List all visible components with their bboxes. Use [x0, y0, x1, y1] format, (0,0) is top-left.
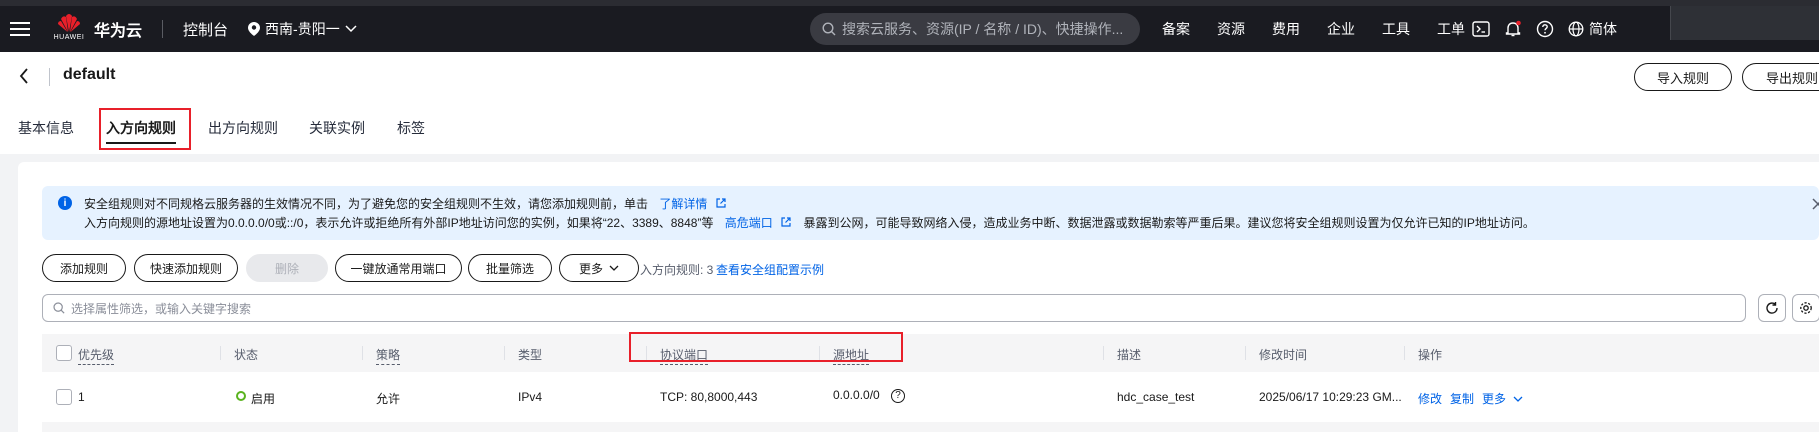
nav-link-beian[interactable]: 备案	[1162, 19, 1190, 39]
nav-link-enterprise[interactable]: 企业	[1327, 19, 1355, 39]
th-policy[interactable]: 策略	[376, 346, 401, 365]
globe-icon	[1568, 21, 1584, 37]
search-icon	[822, 22, 836, 36]
th-status: 状态	[234, 348, 259, 362]
config-example-link[interactable]: 查看安全组配置示例	[716, 261, 824, 278]
more-actions-label: 更多	[1482, 392, 1507, 406]
table-next-row-stub	[42, 422, 1819, 432]
cell-policy: 允许	[376, 392, 401, 406]
brand-name: 华为云	[94, 23, 143, 40]
alert-text-2-pre: 入方向规则的源地址设置为0.0.0.0/0或::/0，表示允许或拒绝所有外部IP…	[84, 216, 714, 230]
table-row: 1 启用 允许 IPv4 TCP: 80,8000,443 0.0.0.0/0 …	[42, 372, 1819, 422]
terminal-icon[interactable]	[1472, 21, 1490, 37]
more-actions-link[interactable]: 更多	[1482, 390, 1523, 407]
add-rule-button[interactable]: 添加规则	[42, 254, 126, 282]
nav-link-billing[interactable]: 费用	[1272, 19, 1300, 39]
th-type: 类型	[518, 348, 543, 362]
chevron-down-icon	[345, 25, 357, 33]
search-placeholder: 搜索云服务、资源(IP / 名称 / ID)、快捷操作...	[842, 21, 1124, 37]
huawei-cloud-logo[interactable]: HUAWEI 华为云	[54, 12, 142, 46]
page-header: default 导入规则 导出规则	[0, 52, 1819, 102]
console-link[interactable]: 控制台	[183, 19, 228, 40]
source-value: 0.0.0.0/0	[833, 388, 880, 402]
cell-source-address: 0.0.0.0/0 ?	[833, 388, 906, 403]
quick-add-rule-button[interactable]: 快速添加规则	[134, 254, 238, 282]
chevron-down-icon	[609, 265, 619, 271]
import-rules-button[interactable]: 导入规则	[1634, 63, 1732, 91]
delete-button[interactable]: 删除	[246, 254, 328, 282]
select-all-checkbox[interactable]	[56, 345, 72, 361]
open-common-ports-button[interactable]: 一键放通常用端口	[335, 254, 462, 282]
question-circle-icon[interactable]: ?	[891, 388, 906, 403]
status-label: 启用	[251, 392, 276, 406]
more-dropdown-button[interactable]: 更多	[559, 254, 639, 282]
refresh-button[interactable]	[1758, 294, 1786, 322]
refresh-icon	[1766, 302, 1778, 314]
region-label: 西南-贵阳一	[265, 21, 340, 37]
top-nav-links: 备案 资源 费用 企业 工具 工单	[1162, 6, 1492, 52]
cell-priority: 1	[78, 390, 85, 404]
close-icon[interactable]	[1812, 198, 1819, 210]
bell-icon[interactable]	[1504, 20, 1522, 38]
more-label: 更多	[578, 261, 603, 276]
top-icons: 简体	[1472, 6, 1617, 52]
cell-status: 启用	[236, 390, 275, 407]
gear-icon	[1800, 302, 1812, 314]
filter-placeholder: 选择属性筛选，或输入关键字搜索	[71, 301, 252, 316]
user-account-area[interactable]	[1670, 6, 1819, 40]
location-pin-icon	[248, 22, 261, 36]
row-checkbox[interactable]	[56, 389, 72, 405]
copy-link[interactable]: 复制	[1450, 390, 1474, 407]
back-arrow-icon[interactable]	[18, 67, 30, 85]
tab-tags[interactable]: 标签	[397, 118, 425, 138]
nav-link-tickets[interactable]: 工单	[1437, 19, 1465, 39]
alert-line-2: 入方向规则的源地址设置为0.0.0.0/0或::/0，表示允许或拒绝所有外部IP…	[84, 214, 1535, 231]
hamburger-menu-icon[interactable]	[10, 22, 30, 36]
search-icon	[53, 302, 65, 314]
high-risk-ports-link[interactable]: 高危端口	[725, 216, 773, 230]
rule-count: 入方向规则: 3	[640, 263, 714, 277]
region-selector[interactable]: 西南-贵阳一	[248, 19, 357, 39]
settings-button[interactable]	[1792, 294, 1819, 322]
batch-filter-button[interactable]: 批量筛选	[468, 254, 552, 282]
cell-modified-time: 2025/06/17 10:29:23 GM...	[1259, 390, 1402, 404]
page-title: default	[63, 66, 116, 83]
alert-text-1: 安全组规则对不同规格云服务器的生效情况不同，为了避免您的安全组规则不生效，请您添…	[84, 197, 649, 211]
learn-more-link[interactable]: 了解详情	[659, 197, 707, 211]
huawei-flower-icon	[58, 14, 80, 32]
help-icon[interactable]	[1536, 20, 1554, 38]
table-header: 优先级 状态 策略 类型 协议端口 源地址 描述 修改时间 操作	[42, 334, 1819, 372]
highlight-box-cells	[629, 332, 903, 362]
tab-bar: 基本信息 入方向规则 出方向规则 关联实例 标签	[0, 102, 1819, 154]
nav-link-tools[interactable]: 工具	[1382, 19, 1410, 39]
cell-type: IPv4	[518, 390, 543, 404]
highlight-box-tab	[99, 108, 191, 150]
global-search-input[interactable]: 搜索云服务、资源(IP / 名称 / ID)、快捷操作...	[810, 13, 1140, 45]
alert-line-1: 安全组规则对不同规格云服务器的生效情况不同，为了避免您的安全组规则不生效，请您添…	[84, 195, 727, 212]
info-icon: i	[58, 196, 72, 210]
external-link-icon[interactable]	[715, 197, 727, 209]
cell-protocol-port: TCP: 80,8000,443	[660, 390, 758, 404]
th-description: 描述	[1117, 348, 1142, 362]
tab-basic-info[interactable]: 基本信息	[18, 118, 74, 138]
th-priority[interactable]: 优先级	[78, 346, 115, 365]
th-modified-time: 修改时间	[1259, 348, 1308, 362]
logo-text: HUAWEI	[53, 34, 85, 41]
th-actions: 操作	[1418, 348, 1443, 362]
nav-link-resources[interactable]: 资源	[1217, 19, 1245, 39]
tab-outbound-rules[interactable]: 出方向规则	[208, 118, 278, 138]
filter-search-input[interactable]: 选择属性筛选，或输入关键字搜索	[42, 294, 1746, 322]
export-rules-button[interactable]: 导出规则	[1742, 63, 1819, 91]
tab-associated-instances[interactable]: 关联实例	[309, 118, 365, 138]
alert-text-2-post: 暴露到公网，可能导致网络入侵，造成业务中断、数据泄露或数据勒索等严重后果。建议您…	[803, 216, 1535, 230]
info-alert: i 安全组规则对不同规格云服务器的生效情况不同，为了避免您的安全组规则不生效，请…	[42, 186, 1819, 240]
language-label: 简体	[1589, 21, 1617, 37]
modify-link[interactable]: 修改	[1418, 390, 1442, 407]
cell-description: hdc_case_test	[1117, 390, 1195, 404]
external-link-icon[interactable]	[780, 216, 792, 228]
rules-card: i 安全组规则对不同规格云服务器的生效情况不同，为了避免您的安全组规则不生效，请…	[18, 162, 1819, 432]
language-selector[interactable]: 简体	[1568, 19, 1617, 39]
status-enabled-icon	[236, 391, 246, 401]
chevron-down-icon	[1513, 396, 1523, 402]
